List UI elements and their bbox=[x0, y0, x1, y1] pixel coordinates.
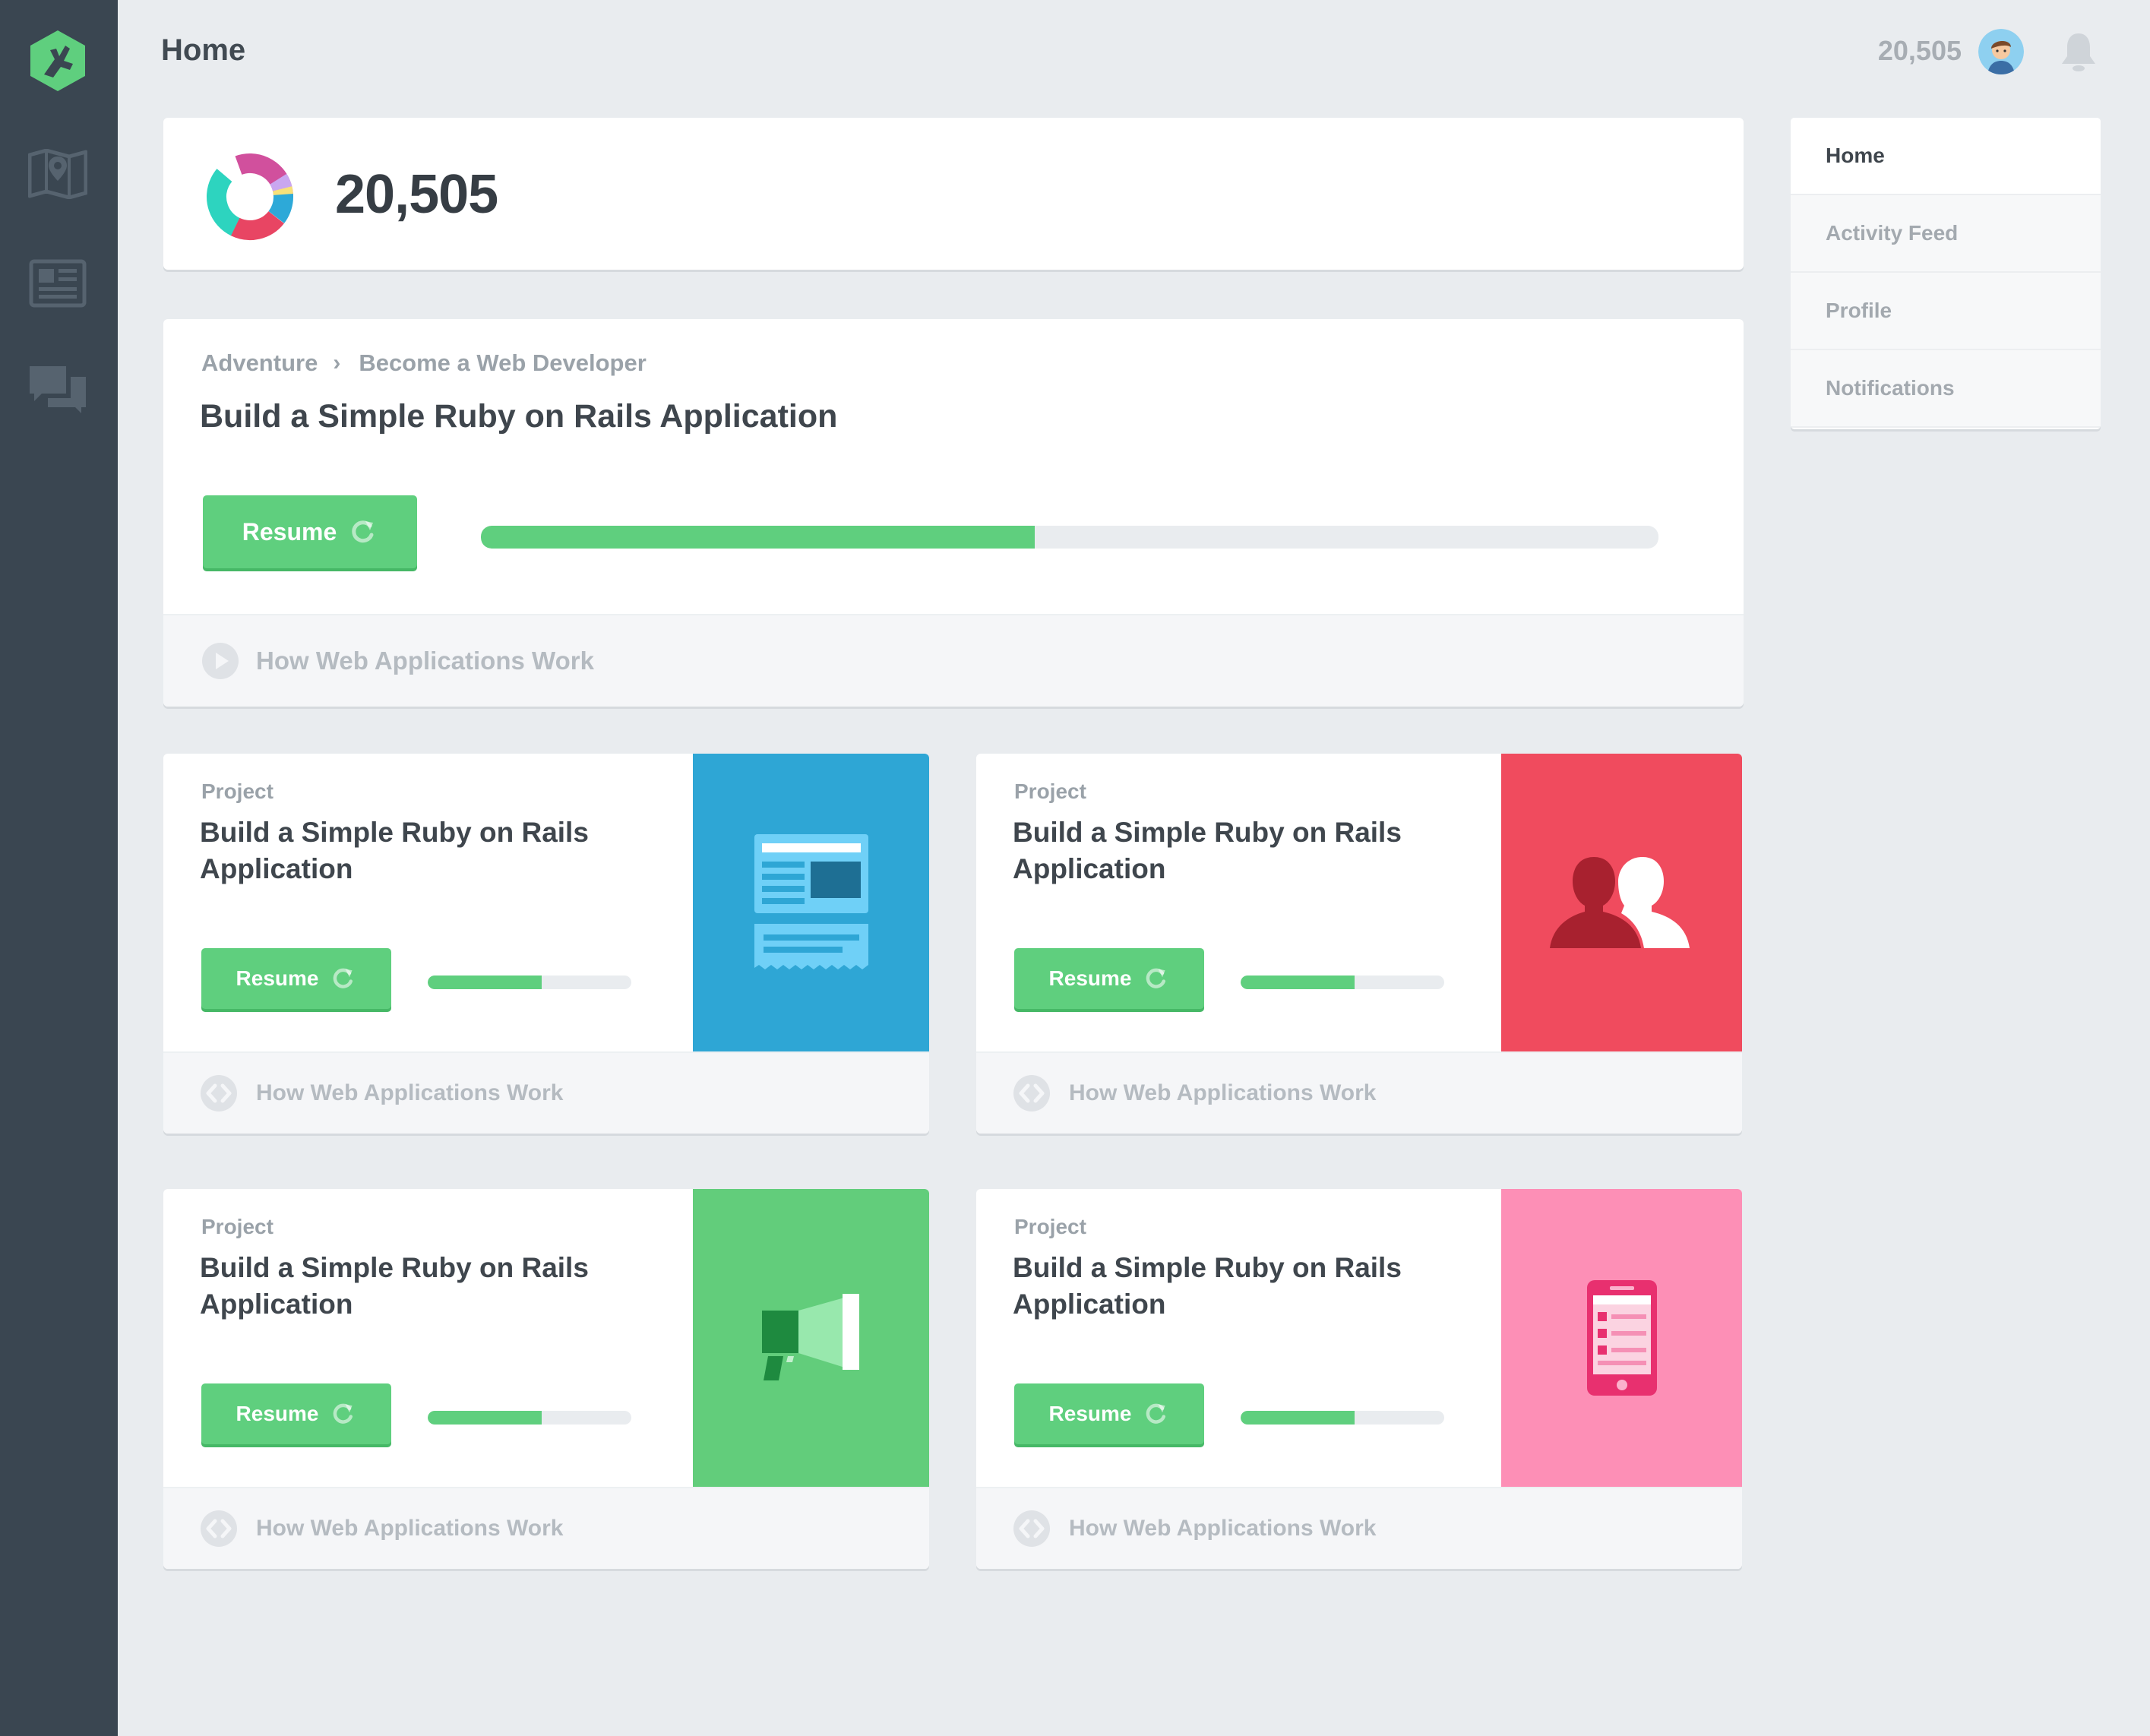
points-donut-chart bbox=[206, 153, 294, 241]
project-title[interactable]: Build a Simple Ruby on Rails Application bbox=[1013, 1250, 1438, 1323]
adventure-progress-bar bbox=[481, 526, 1658, 549]
breadcrumb: Adventure › Become a Web Developer bbox=[201, 349, 647, 377]
points-total: 20,505 bbox=[335, 164, 498, 225]
code-icon bbox=[201, 1510, 237, 1547]
adventure-progress-fill bbox=[481, 526, 1035, 549]
resume-button[interactable]: Resume bbox=[1014, 1383, 1204, 1444]
project-title[interactable]: Build a Simple Ruby on Rails Application bbox=[200, 1250, 625, 1323]
project-progress-fill bbox=[428, 1411, 542, 1425]
project-title[interactable]: Build a Simple Ruby on Rails Application bbox=[200, 814, 625, 887]
project-progress-fill bbox=[1241, 976, 1355, 989]
newspaper-icon bbox=[754, 834, 868, 969]
next-step-label: How Web Applications Work bbox=[256, 1516, 564, 1541]
project-next-step[interactable]: How Web Applications Work bbox=[976, 1051, 1742, 1134]
resume-button[interactable]: Resume bbox=[1014, 948, 1204, 1009]
project-next-step[interactable]: How Web Applications Work bbox=[163, 1487, 929, 1569]
project-kind: Project bbox=[1014, 779, 1086, 803]
project-progress-bar bbox=[428, 1411, 631, 1425]
resume-button[interactable]: Resume bbox=[203, 495, 417, 568]
project-artwork bbox=[693, 754, 929, 1051]
project-kind: Project bbox=[201, 1215, 273, 1238]
resume-label: Resume bbox=[236, 1402, 319, 1425]
project-progress-bar bbox=[428, 976, 631, 989]
project-next-step[interactable]: How Web Applications Work bbox=[976, 1487, 1742, 1569]
sidebar bbox=[0, 0, 118, 1736]
resume-label: Resume bbox=[1048, 1402, 1132, 1425]
bell-icon[interactable] bbox=[2057, 30, 2100, 73]
treehouse-logo-icon[interactable] bbox=[27, 29, 88, 93]
adventure-title: Build a Simple Ruby on Rails Application bbox=[200, 398, 838, 435]
nav-item-profile[interactable]: Profile bbox=[1791, 273, 2101, 350]
chevron-right-icon: › bbox=[333, 350, 341, 375]
project-progress-fill bbox=[1241, 1411, 1355, 1425]
project-artwork bbox=[1501, 754, 1742, 1051]
refresh-icon bbox=[1146, 1403, 1166, 1424]
users-icon bbox=[1549, 857, 1690, 948]
header-points: 20,505 bbox=[1877, 35, 1962, 66]
adventure-next-step[interactable]: How Web Applications Work bbox=[163, 614, 1744, 707]
refresh-icon bbox=[1146, 968, 1166, 988]
next-step-label: How Web Applications Work bbox=[256, 647, 594, 675]
news-icon[interactable] bbox=[28, 258, 87, 308]
nav-item-notifications[interactable]: Notifications bbox=[1791, 350, 2101, 428]
project-card: Project Build a Simple Ruby on Rails App… bbox=[976, 754, 1742, 1134]
project-card: Project Build a Simple Ruby on Rails App… bbox=[163, 754, 929, 1134]
code-icon bbox=[1013, 1510, 1050, 1547]
next-step-label: How Web Applications Work bbox=[1069, 1080, 1377, 1105]
project-progress-bar bbox=[1241, 976, 1444, 989]
adventure-card: Adventure › Become a Web Developer Build… bbox=[163, 319, 1744, 707]
points-card: 20,505 bbox=[163, 118, 1744, 270]
resume-label: Resume bbox=[242, 517, 337, 545]
project-artwork bbox=[693, 1189, 929, 1487]
resume-button[interactable]: Resume bbox=[201, 948, 391, 1009]
chat-icon[interactable] bbox=[28, 365, 87, 415]
project-card: Project Build a Simple Ruby on Rails App… bbox=[976, 1189, 1742, 1569]
project-artwork bbox=[1501, 1189, 1742, 1487]
project-title[interactable]: Build a Simple Ruby on Rails Application bbox=[1013, 814, 1438, 887]
resume-button[interactable]: Resume bbox=[201, 1383, 391, 1444]
project-kind: Project bbox=[201, 779, 273, 803]
breadcrumb-track[interactable]: Become a Web Developer bbox=[359, 349, 646, 377]
code-icon bbox=[1013, 1075, 1050, 1111]
refresh-icon bbox=[334, 968, 353, 988]
nav-item-home[interactable]: Home bbox=[1791, 118, 2101, 195]
resume-label: Resume bbox=[1048, 966, 1132, 990]
breadcrumb-adventure[interactable]: Adventure bbox=[201, 349, 318, 377]
right-nav: Home Activity Feed Profile Notifications bbox=[1791, 118, 2101, 429]
project-next-step[interactable]: How Web Applications Work bbox=[163, 1051, 929, 1134]
next-step-label: How Web Applications Work bbox=[1069, 1516, 1377, 1541]
project-kind: Project bbox=[1014, 1215, 1086, 1238]
refresh-icon bbox=[334, 1403, 353, 1424]
project-progress-bar bbox=[1241, 1411, 1444, 1425]
map-icon[interactable] bbox=[27, 148, 88, 200]
project-progress-fill bbox=[428, 976, 542, 989]
refresh-icon bbox=[352, 520, 374, 543]
code-icon bbox=[201, 1075, 237, 1111]
nav-item-activity-feed[interactable]: Activity Feed bbox=[1791, 195, 2101, 273]
project-card: Project Build a Simple Ruby on Rails App… bbox=[163, 1189, 929, 1569]
avatar[interactable] bbox=[1978, 29, 2024, 74]
play-icon bbox=[202, 643, 239, 679]
next-step-label: How Web Applications Work bbox=[256, 1080, 564, 1105]
mobile-icon bbox=[1586, 1280, 1657, 1396]
resume-label: Resume bbox=[236, 966, 319, 990]
megaphone-icon bbox=[761, 1294, 859, 1380]
page-title: Home bbox=[161, 33, 246, 67]
